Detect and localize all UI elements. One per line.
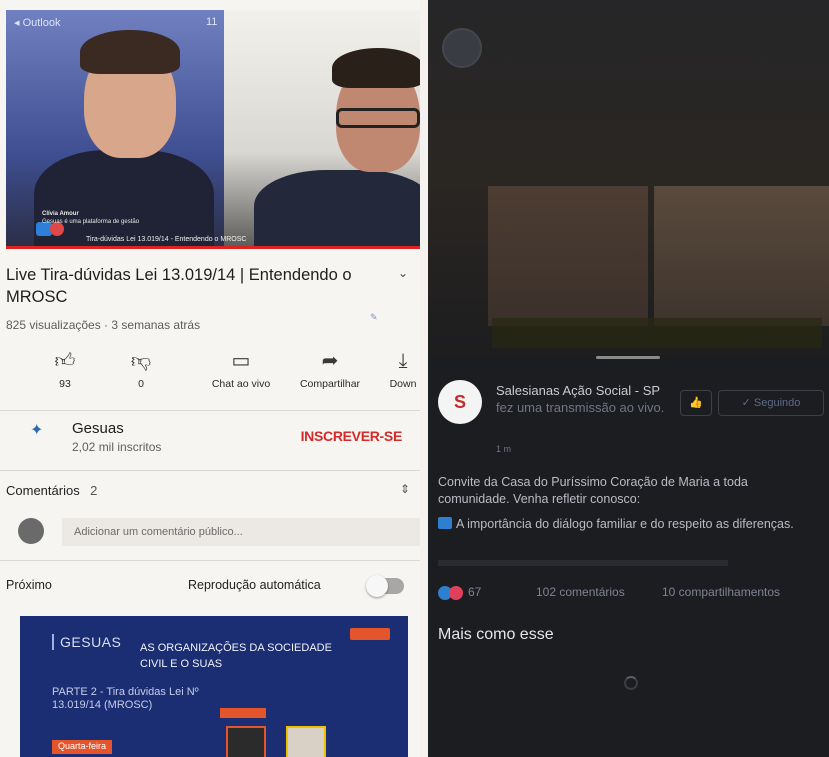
presenter-right-hair bbox=[332, 48, 420, 88]
presenter-left-hair bbox=[80, 30, 180, 74]
comment-input[interactable]: Adicionar um comentário público... bbox=[62, 518, 420, 546]
live-chat-label: Chat ao vivo bbox=[211, 378, 271, 390]
download-icon: ⤓ bbox=[398, 350, 408, 372]
divider bbox=[0, 470, 420, 471]
video-actions: 👍︎ 93 👎︎ 0 ▭ Chat ao vivo ➦ Compartilhar… bbox=[0, 348, 420, 404]
post-time: 1 m bbox=[496, 444, 512, 454]
post-action-text: fez uma transmissão ao vivo. bbox=[496, 400, 665, 415]
thumbnail-date: Quarta-feira bbox=[52, 740, 113, 754]
autoplay-label: Reprodução automática bbox=[188, 578, 321, 592]
live-chat-button[interactable]: ▭ Chat ao vivo bbox=[196, 348, 286, 390]
video-tile-right bbox=[654, 186, 829, 326]
post-text-cutoff bbox=[438, 560, 728, 566]
youtube-panel: ◂ Outlook 11 Clívia Amour Gesuas é uma p… bbox=[0, 0, 420, 757]
next-video-thumbnail[interactable]: GESUAS AS ORGANIZAÇÕES DA SOCIEDADE CIVI… bbox=[20, 616, 408, 757]
video-player[interactable]: ◂ Outlook 11 Clívia Amour Gesuas é uma p… bbox=[6, 10, 420, 248]
like-page-button[interactable]: 👍 bbox=[680, 390, 712, 416]
toggle-knob bbox=[366, 575, 388, 597]
video-caption-text: Gesuas é uma plataforma de gestão bbox=[42, 219, 140, 225]
channel-subscribers: 2,02 mil inscritos bbox=[72, 440, 162, 454]
channel-row: ✦ Gesuas 2,02 mil inscritos INSCREVER-SE bbox=[0, 418, 420, 468]
video-caption-name: Clívia Amour bbox=[42, 211, 79, 217]
divider bbox=[0, 410, 420, 411]
thumbnail-badge bbox=[350, 628, 390, 640]
comments-count: 2 bbox=[90, 483, 98, 498]
shares-count[interactable]: 10 compartilhamentos bbox=[662, 585, 780, 599]
download-button[interactable]: ⤓ Down bbox=[386, 348, 420, 390]
thumbnail-logo: GESUAS bbox=[52, 634, 121, 650]
comments-label: Comentários bbox=[6, 483, 80, 498]
share-icon: ➦ bbox=[321, 350, 339, 372]
thumbnail-headline: AS ORGANIZAÇÕES DA SOCIEDADE CIVIL E O S… bbox=[140, 642, 332, 670]
avatar bbox=[442, 28, 482, 68]
thumb-down-icon: 👎︎ bbox=[130, 350, 152, 372]
thumb-up-icon: 👍︎ bbox=[54, 350, 76, 372]
video-progress-bar[interactable] bbox=[6, 246, 420, 249]
up-next-label: Próximo bbox=[6, 578, 52, 592]
following-button[interactable]: ✓ Seguindo bbox=[718, 390, 824, 416]
thumbnail-speaker-photo bbox=[286, 726, 326, 757]
share-label: Compartilhar bbox=[299, 378, 361, 390]
download-label: Down bbox=[389, 378, 417, 390]
chevron-down-icon[interactable]: ⌄ bbox=[398, 266, 408, 280]
post-item-text: A importância do diálogo familiar e do r… bbox=[456, 517, 794, 531]
avatar bbox=[18, 518, 44, 544]
loading-spinner-icon bbox=[624, 676, 638, 690]
drag-handle[interactable] bbox=[596, 356, 660, 359]
thumbnail-part: PARTE 2 - Tira dúvidas Lei Nº 13.019/14 … bbox=[52, 686, 199, 711]
reactions-count[interactable]: 67 bbox=[468, 585, 481, 599]
presenter-right-body bbox=[254, 170, 420, 248]
page-name-text: Salesianas Ação Social - SP bbox=[496, 383, 660, 398]
like-count: 93 bbox=[59, 378, 71, 390]
dislike-button[interactable]: 👎︎ 0 bbox=[118, 348, 164, 390]
video-progress-fill bbox=[6, 246, 420, 249]
comments-count[interactable]: 102 comentários bbox=[536, 585, 625, 599]
share-button[interactable]: ➦ Compartilhar bbox=[288, 348, 372, 390]
expand-sort-icon[interactable]: ⇕ bbox=[400, 482, 410, 496]
arrow-bullet-icon bbox=[438, 517, 452, 529]
video-tile-left bbox=[488, 186, 648, 326]
presenter-right-glasses bbox=[336, 108, 420, 128]
subscribe-button[interactable]: INSCREVER-SE bbox=[301, 428, 403, 444]
video-caption: Clívia Amour Gesuas é uma plataforma de … bbox=[42, 210, 222, 226]
channel-logo-icon[interactable]: ✦ bbox=[30, 420, 52, 450]
thumbnail-tag bbox=[220, 708, 266, 718]
page-name[interactable]: Salesianas Ação Social - SP fez uma tran… bbox=[496, 382, 666, 416]
more-like-this-heading: Mais como esse bbox=[438, 626, 554, 643]
pencil-mark-icon: ✎ bbox=[370, 312, 378, 322]
autoplay-toggle[interactable] bbox=[366, 575, 404, 597]
add-comment-row: Adicionar um comentário público... bbox=[6, 512, 420, 552]
post-header: S Salesianas Ação Social - SP fez uma tr… bbox=[428, 372, 829, 454]
like-button[interactable]: 👍︎ 93 bbox=[42, 348, 88, 390]
page-logo-icon[interactable]: S bbox=[438, 380, 482, 424]
comments-header[interactable]: Comentários 2 ⇕ bbox=[6, 482, 416, 500]
post-stats: 67 102 comentários 10 compartilhamentos bbox=[438, 585, 828, 605]
love-reaction-icon bbox=[449, 586, 463, 600]
video-title-row[interactable]: Live Tira-dúvidas Lei 13.019/14 | Entend… bbox=[6, 264, 416, 308]
facebook-panel: S Salesianas Ação Social - SP fez uma tr… bbox=[428, 0, 829, 757]
thumbnail-speaker-photo bbox=[226, 726, 266, 757]
divider bbox=[0, 560, 420, 561]
up-next-row: Próximo Reprodução automática bbox=[6, 575, 416, 600]
post-text: Convite da Casa do Puríssimo Coração de … bbox=[438, 475, 748, 506]
video-subtitle: Tira-dúvidas Lei 13.019/14 - Entendendo … bbox=[86, 236, 247, 243]
video-subtitle-overlay bbox=[492, 318, 822, 348]
video-status-app: ◂ Outlook bbox=[14, 17, 61, 29]
chat-icon: ▭ bbox=[231, 350, 251, 372]
dislike-count: 0 bbox=[138, 378, 144, 390]
post-item: A importância do diálogo familiar e do r… bbox=[438, 516, 822, 533]
video-title: Live Tira-dúvidas Lei 13.019/14 | Entend… bbox=[6, 266, 352, 306]
video-status-time: 11 bbox=[206, 16, 218, 28]
channel-name[interactable]: Gesuas bbox=[72, 420, 124, 437]
video-meta: 825 visualizações · 3 semanas atrás bbox=[6, 318, 201, 332]
